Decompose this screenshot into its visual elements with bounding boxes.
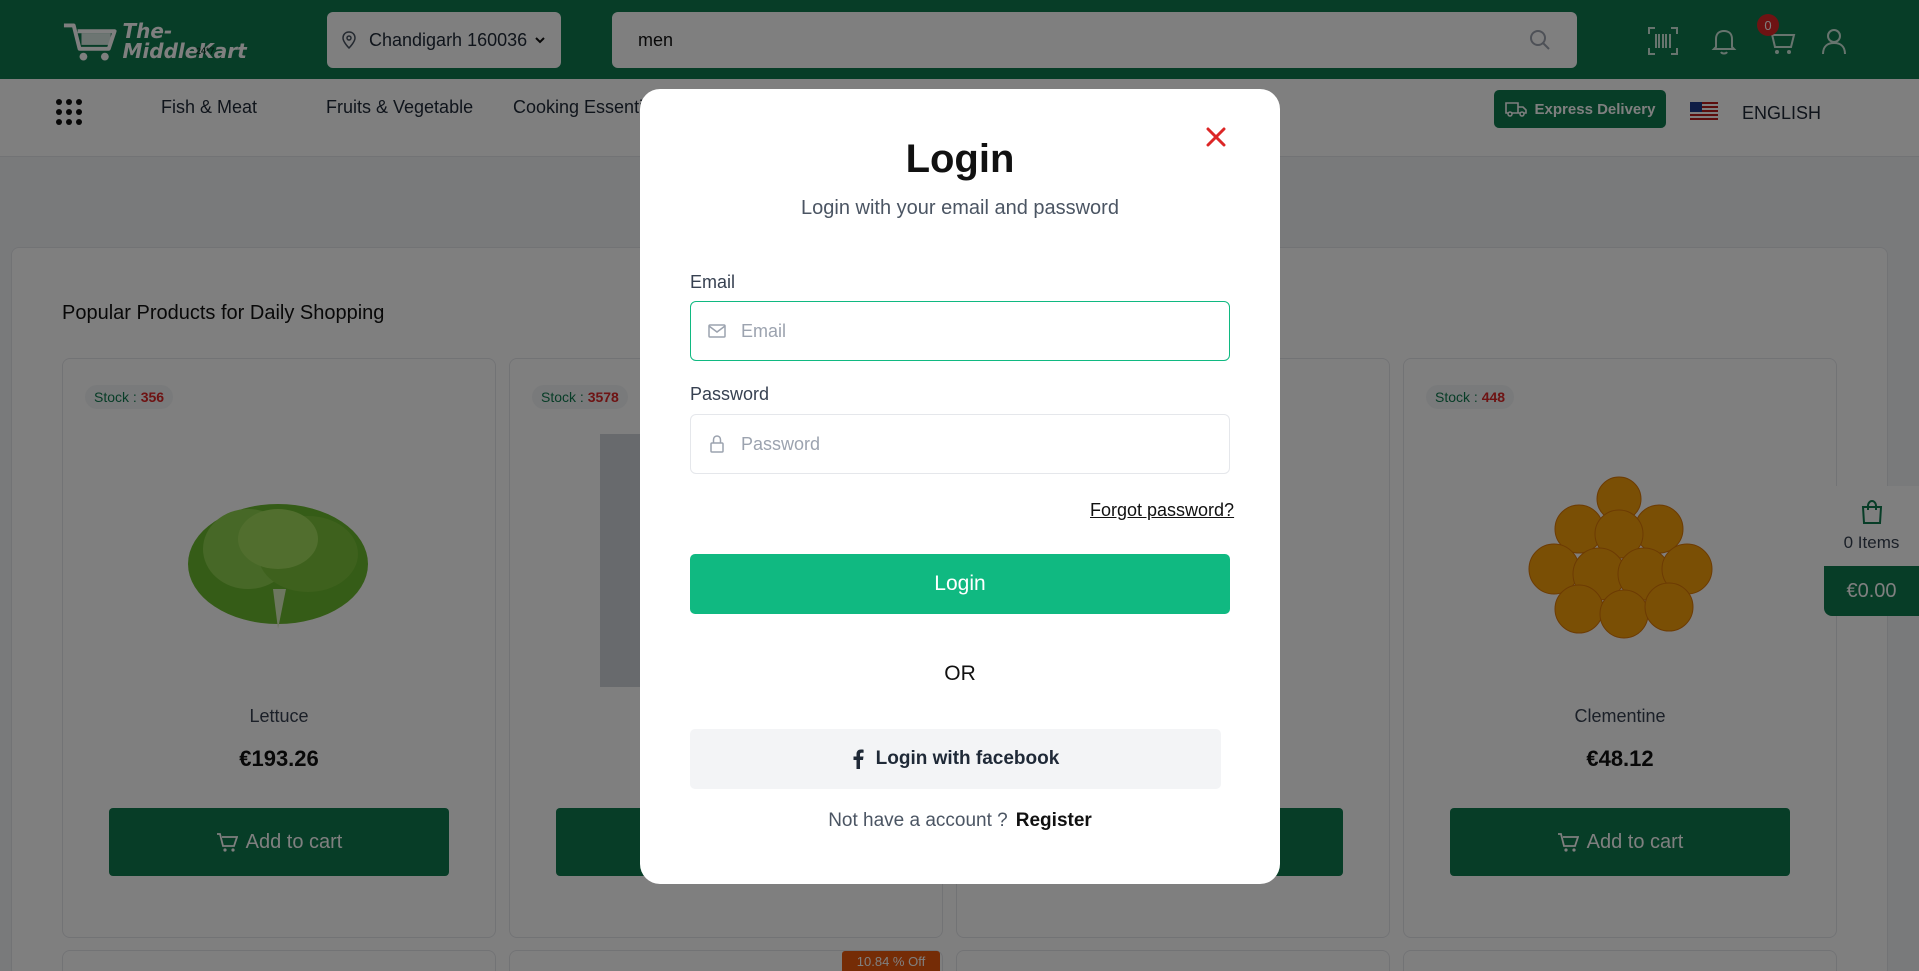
mail-icon <box>708 324 726 338</box>
or-divider: OR <box>944 662 976 685</box>
password-label: Password <box>690 384 770 404</box>
email-input[interactable] <box>741 320 1213 342</box>
email-field[interactable] <box>690 301 1230 361</box>
password-input[interactable] <box>741 433 1213 455</box>
register-row: Not have a account ? Register <box>640 810 1280 832</box>
email-label: Email <box>690 272 736 292</box>
facebook-icon <box>853 749 864 769</box>
forgot-password-link[interactable]: Forgot password? <box>1090 500 1234 521</box>
password-field[interactable] <box>690 414 1230 474</box>
facebook-login-label: Login with facebook <box>875 748 1060 769</box>
login-button[interactable]: Login <box>690 554 1230 614</box>
register-link[interactable]: Register <box>1016 810 1092 831</box>
modal-title: Login <box>905 137 1015 181</box>
no-account-text: Not have a account ? <box>828 810 1008 831</box>
facebook-login-button[interactable]: Login with facebook <box>690 729 1221 789</box>
lock-icon <box>710 435 724 453</box>
modal-subtitle: Login with your email and password <box>801 197 1119 219</box>
